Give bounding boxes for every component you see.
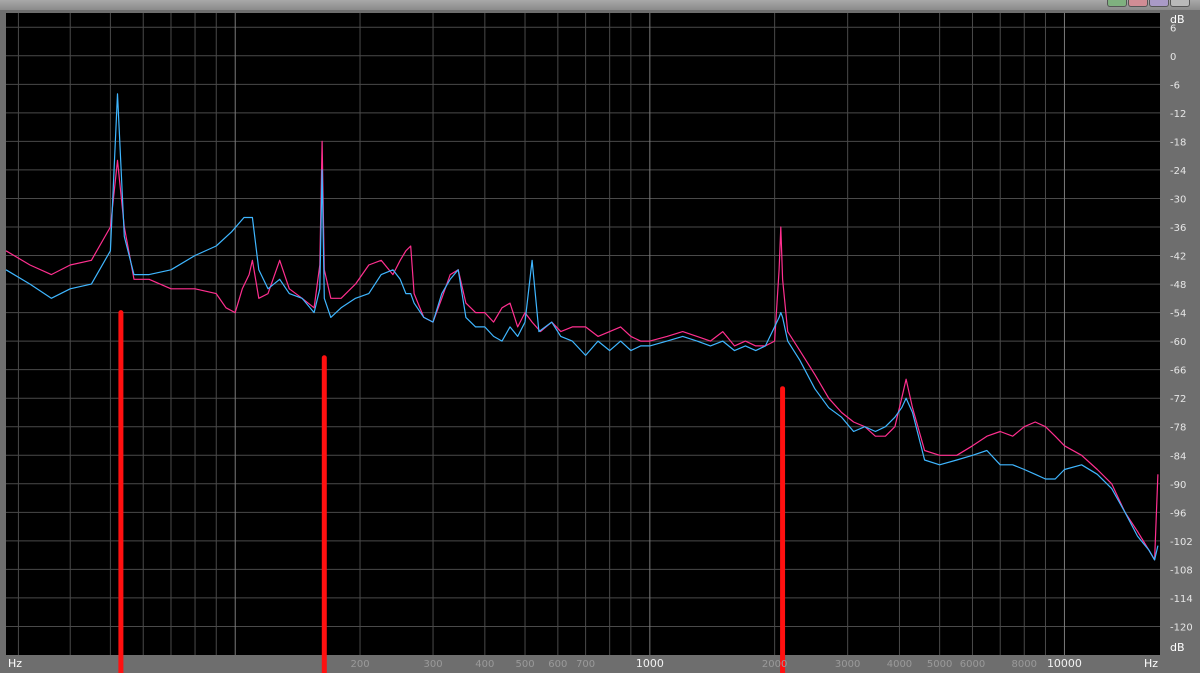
y-tick-label: -6 xyxy=(1170,80,1180,91)
x-tick-label: 10000 xyxy=(1047,657,1082,670)
y-tick-label: -24 xyxy=(1170,166,1186,177)
x-tick-label: 4000 xyxy=(887,659,912,670)
x-tick-label: 400 xyxy=(475,659,494,670)
x-tick-label: 200 xyxy=(350,659,369,670)
x-tick-label: 5000 xyxy=(927,659,952,670)
x-tick-label: 700 xyxy=(576,659,595,670)
plot-area xyxy=(6,13,1160,655)
y-tick-label: -84 xyxy=(1170,451,1186,462)
y-unit-bottom-label: dB xyxy=(1170,641,1185,654)
y-unit-top-label: dB xyxy=(1170,13,1185,26)
y-tick-label: -78 xyxy=(1170,423,1186,434)
x-unit-left-label: Hz xyxy=(8,657,22,670)
x-tick-label: 3000 xyxy=(835,659,860,670)
x-axis-ticks: 200 300 400 500 600 700 1000 2000 3000 4000 5000 60… xyxy=(350,657,1081,670)
y-tick-label: -60 xyxy=(1170,337,1186,348)
x-tick-label: 2000 xyxy=(762,659,787,670)
y-tick-label: -108 xyxy=(1170,565,1193,576)
y-tick-label: -30 xyxy=(1170,194,1186,205)
y-tick-label: -18 xyxy=(1170,137,1186,148)
x-tick-label: 6000 xyxy=(960,659,985,670)
x-tick-label: 600 xyxy=(548,659,567,670)
y-tick-label: -42 xyxy=(1170,252,1186,263)
y-tick-label: -96 xyxy=(1170,508,1186,519)
spectrum-chart: 60-6-12-18-24-30-36-42-48-54-60-66-72-78… xyxy=(5,13,1193,673)
y-tick-label: -114 xyxy=(1170,594,1193,605)
y-tick-label: -72 xyxy=(1170,394,1186,405)
y-tick-label: -12 xyxy=(1170,109,1186,120)
y-tick-label: -90 xyxy=(1170,480,1186,491)
y-tick-label: 0 xyxy=(1170,52,1176,63)
y-tick-label: -102 xyxy=(1170,537,1193,548)
y-tick-label: -48 xyxy=(1170,280,1186,291)
y-axis-ticks: 60-6-12-18-24-30-36-42-48-54-60-66-72-78… xyxy=(1170,23,1193,633)
x-tick-label: 500 xyxy=(515,659,534,670)
y-tick-label: -54 xyxy=(1170,309,1186,320)
x-tick-label: 8000 xyxy=(1012,659,1037,670)
y-tick-label: -120 xyxy=(1170,622,1193,633)
x-tick-label: 300 xyxy=(423,659,442,670)
x-unit-right-label: Hz xyxy=(1144,657,1158,670)
y-tick-label: -66 xyxy=(1170,366,1186,377)
y-tick-label: -36 xyxy=(1170,223,1186,234)
x-tick-label: 1000 xyxy=(636,657,664,670)
